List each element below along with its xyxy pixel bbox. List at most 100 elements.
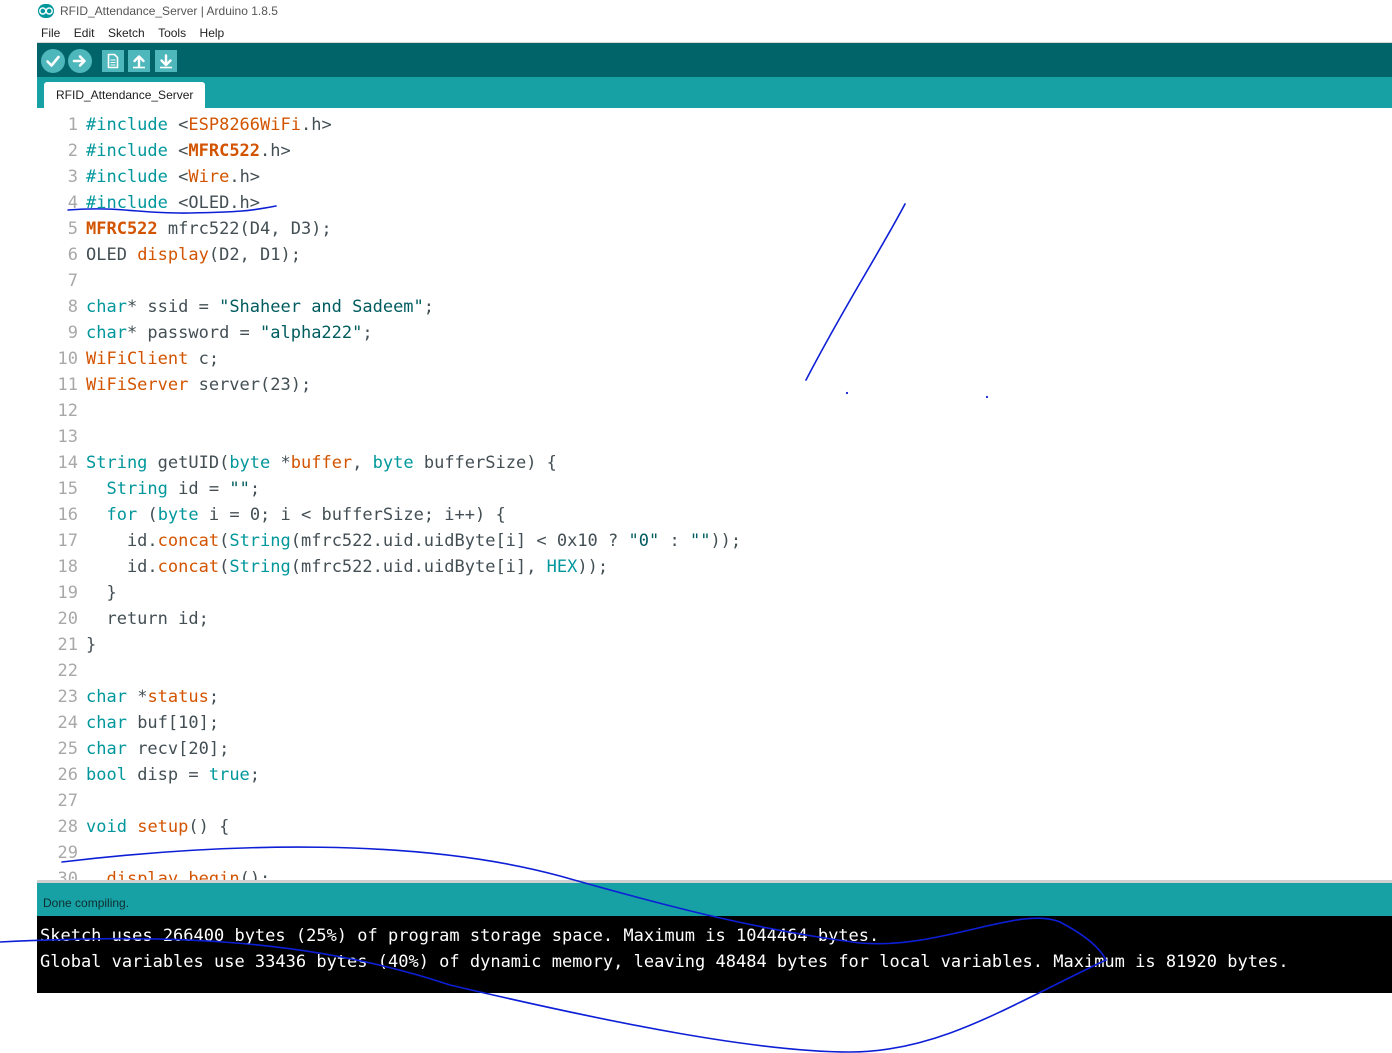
line-number: 1 (67, 115, 78, 135)
code-line[interactable]: 26 bool disp = true; (37, 762, 1392, 788)
code-line[interactable]: 6 OLED display(D2, D1); (37, 242, 1392, 268)
code-text: (D2, D1); (208, 245, 301, 265)
code-text: id. (86, 557, 158, 577)
code-content: #include <OLED.h> (86, 190, 260, 216)
code-keyword: void (86, 817, 127, 837)
upload-button[interactable] (68, 49, 92, 73)
code-line[interactable]: 21} (37, 632, 1392, 658)
code-line[interactable]: 15 String id = ""; (37, 476, 1392, 502)
code-line[interactable]: 18 id.concat(String(mfrc522.uid.uidByte[… (37, 554, 1392, 580)
line-number: 22 (57, 661, 78, 681)
code-string: "" (229, 479, 250, 499)
code-function: setup (137, 817, 189, 837)
code-line[interactable]: 29 (37, 840, 1392, 866)
code-text: < (167, 141, 189, 161)
code-line[interactable]: 22 (37, 658, 1392, 684)
code-line[interactable]: 5 MFRC522 mfrc522(D4, D3); (37, 216, 1392, 242)
status-bar: Done compiling. (37, 880, 1392, 916)
line-number: 12 (57, 401, 78, 421)
code-text: ; (423, 297, 435, 317)
code-keyword: byte (372, 453, 414, 473)
upload-arrow-icon (72, 55, 86, 67)
code-text: () { (188, 817, 230, 837)
code-line[interactable]: 1 #include <ESP8266WiFi.h> (37, 112, 1392, 138)
code-function: Wire (188, 167, 230, 187)
code-line[interactable]: 13 (37, 424, 1392, 450)
code-content: OLED display(D2, D1); (86, 242, 301, 268)
code-text: * ssid = (126, 297, 220, 317)
code-text: recv[20]; (126, 739, 230, 759)
line-number: 9 (67, 323, 78, 343)
code-text: < (167, 115, 189, 135)
code-text: * password = (126, 323, 261, 343)
code-text: .h> (260, 141, 291, 161)
code-keyword: #include (86, 167, 168, 187)
line-number: 2 (67, 141, 78, 161)
code-line[interactable]: 24 char buf[10]; (37, 710, 1392, 736)
status-message: Done compiling. (43, 896, 130, 910)
code-line[interactable]: 10 WiFiClient c; (37, 346, 1392, 372)
line-number: 15 (57, 479, 78, 499)
verify-button[interactable] (41, 49, 65, 73)
line-number: 11 (57, 375, 78, 395)
code-line[interactable]: 14 String getUID(byte *buffer, byte buffe… (37, 450, 1392, 476)
code-text: ( (219, 531, 230, 551)
code-line[interactable]: 20 return id; (37, 606, 1392, 632)
menu-tools[interactable]: Tools (158, 24, 186, 42)
code-content: #include <MFRC522.h> (86, 138, 291, 164)
code-content: char* password = "alpha222"; (86, 320, 373, 346)
code-content: #include <ESP8266WiFi.h> (86, 112, 332, 138)
code-keyword: byte (157, 505, 199, 525)
code-class: MFRC522 (188, 141, 261, 161)
code-line[interactable]: 9 char* password = "alpha222"; (37, 320, 1392, 346)
line-number: 8 (67, 297, 78, 317)
code-string: "Shaheer and Sadeem" (219, 297, 424, 317)
code-line[interactable]: 4 #include <OLED.h> (37, 190, 1392, 216)
code-text: id. (86, 531, 158, 551)
code-line[interactable]: 23 char *status; (37, 684, 1392, 710)
open-button[interactable] (128, 50, 150, 72)
code-line[interactable]: 27 (37, 788, 1392, 814)
code-keyword: char (86, 323, 127, 343)
menu-sketch[interactable]: Sketch (108, 24, 145, 42)
line-number: 21 (57, 635, 78, 655)
code-line[interactable]: 17 id.concat(String(mfrc522.uid.uidByte[… (37, 528, 1392, 554)
tab-rfid-attendance-server[interactable]: RFID_Attendance_Server (44, 82, 206, 108)
code-text: (mfrc522.uid.uidByte[i], (290, 557, 547, 577)
code-content: void setup() { (86, 814, 229, 840)
new-button[interactable] (102, 50, 124, 72)
code-content: display.begin(); (86, 866, 270, 880)
line-number: 14 (57, 453, 78, 473)
save-down-arrow-icon (160, 54, 172, 69)
arduino-logo-icon (38, 4, 54, 18)
code-function: ESP8266WiFi (188, 115, 301, 135)
line-number: 3 (67, 167, 78, 187)
code-line[interactable]: 7 (37, 268, 1392, 294)
code-line[interactable]: 30 display.begin(); (37, 866, 1392, 880)
code-keyword: String (229, 557, 291, 577)
code-line[interactable]: 16 for (byte i = 0; i < bufferSize; i++)… (37, 502, 1392, 528)
code-line[interactable]: 12 (37, 398, 1392, 424)
code-line[interactable]: 3 #include <Wire.h> (37, 164, 1392, 190)
code-line[interactable]: 28 void setup() { (37, 814, 1392, 840)
code-line[interactable]: 8 char* ssid = "Shaheer and Sadeem"; (37, 294, 1392, 320)
console-line: Global variables use 33436 bytes (40%) o… (40, 952, 1289, 972)
code-editor[interactable]: 1 #include <ESP8266WiFi.h> 2 #include <MFRC… (37, 108, 1392, 880)
code-line[interactable]: 19 } (37, 580, 1392, 606)
line-number: 7 (67, 271, 78, 291)
code-line[interactable]: 2 #include <MFRC522.h> (37, 138, 1392, 164)
code-text: , (352, 453, 373, 473)
code-text: bufferSize) { (413, 453, 557, 473)
code-line[interactable]: 25 char recv[20]; (37, 736, 1392, 762)
menu-help[interactable]: Help (200, 24, 225, 42)
save-button[interactable] (155, 50, 177, 72)
line-number: 29 (57, 843, 78, 863)
tab-bar: RFID_Attendance_Server (37, 77, 1392, 108)
menu-edit[interactable]: Edit (74, 24, 95, 42)
code-text: id = (167, 479, 230, 499)
menu-file[interactable]: File (41, 24, 60, 42)
code-text: OLED (86, 245, 138, 265)
open-up-arrow-icon (133, 55, 145, 69)
code-line[interactable]: 11 WiFiServer server(23); (37, 372, 1392, 398)
